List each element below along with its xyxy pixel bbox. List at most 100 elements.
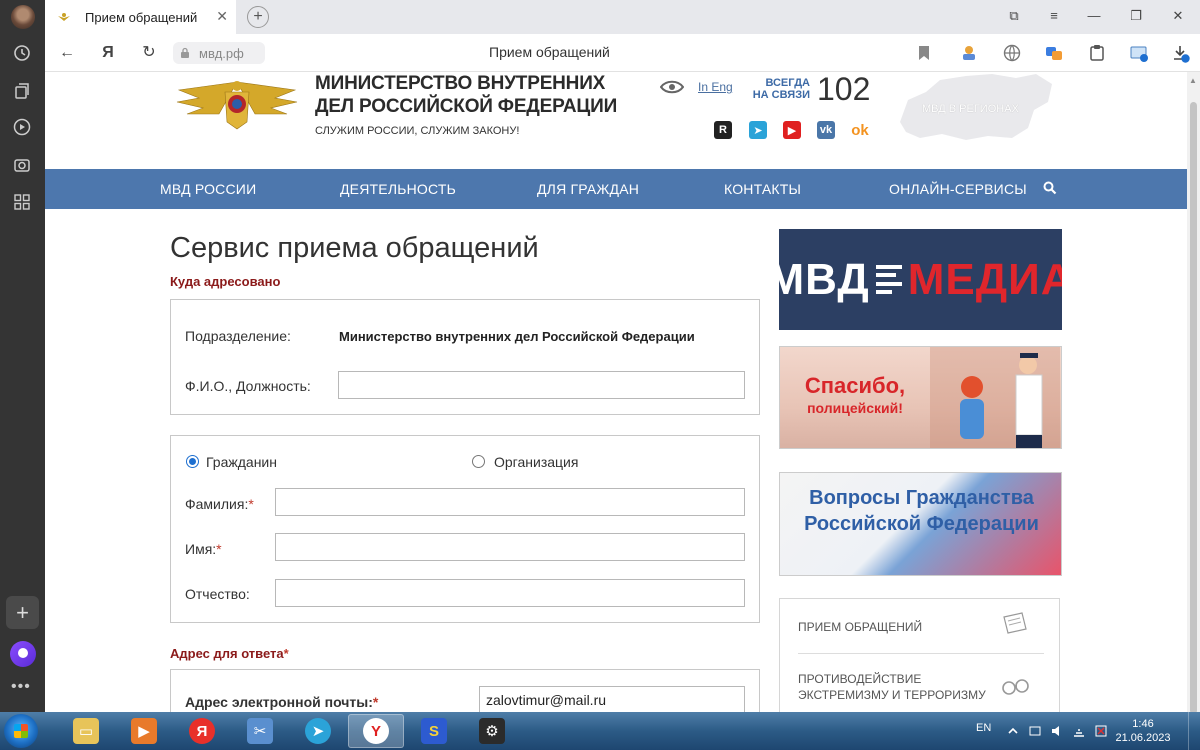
extension-icon[interactable]: [959, 43, 979, 63]
odnoklassniki-icon[interactable]: ok: [851, 121, 869, 139]
taskbar-app-blue[interactable]: S: [406, 714, 462, 748]
youtube-icon[interactable]: ▶: [783, 121, 801, 139]
tray-language[interactable]: EN: [976, 722, 991, 734]
email-input[interactable]: zalovtimur@mail.ru: [479, 686, 745, 712]
patronymic-label: Отчество:: [185, 586, 250, 602]
thanks-police-banner[interactable]: Спасибо, полицейский!: [779, 346, 1062, 449]
email-label: Адрес электронной почты:*: [185, 694, 379, 710]
translate-icon[interactable]: [1044, 43, 1064, 63]
services-grid-icon[interactable]: [11, 191, 33, 213]
taskbar-telegram[interactable]: ➤: [290, 714, 346, 748]
video-icon[interactable]: [11, 116, 33, 138]
app-s-icon: S: [421, 718, 447, 744]
taskbar-snipping[interactable]: ✂: [232, 714, 288, 748]
tabs-list-icon[interactable]: ⧉: [1005, 8, 1023, 26]
reply-box: Адрес электронной почты:* zalovtimur@mai…: [170, 669, 760, 712]
more-icon[interactable]: •••: [11, 678, 31, 696]
clock-time: 1:46: [1132, 718, 1154, 730]
collections-icon[interactable]: [11, 80, 33, 102]
accessibility-eye-icon[interactable]: [660, 79, 684, 95]
taskbar-yandex[interactable]: Я: [174, 714, 230, 748]
taskbar-clock[interactable]: 1:46 21.06.2023: [1108, 717, 1178, 745]
telegram-icon[interactable]: ➤: [749, 121, 767, 139]
page-scrollbar[interactable]: ▲: [1187, 72, 1200, 714]
radio-citizen[interactable]: [186, 455, 199, 468]
download-icon[interactable]: [1170, 43, 1190, 63]
side-menu-extremism[interactable]: ПРОТИВОДЕЙСТВИЕ ЭКСТРЕМИЗМУ И ТЕРРОРИЗМУ: [798, 671, 998, 703]
screenshot-ext-icon[interactable]: [1129, 43, 1149, 63]
tab-active[interactable]: Прием обращений ✕: [45, 0, 236, 34]
tray-network-icon[interactable]: [1072, 724, 1086, 738]
side-menu: ПРИЕМ ОБРАЩЕНИЙ ПРОТИВОДЕЙСТВИЕ ЭКСТРЕМИ…: [779, 598, 1060, 712]
tray-device-icon[interactable]: [1028, 724, 1042, 738]
back-button[interactable]: ←: [57, 43, 77, 63]
history-icon[interactable]: [11, 42, 33, 64]
screenshot-icon[interactable]: [11, 154, 33, 176]
address-bar-row: ← Я ↻ мвд.рф Прием обращений: [45, 34, 1200, 72]
profile-avatar[interactable]: [11, 5, 35, 29]
vk-icon[interactable]: vk: [817, 121, 835, 139]
citizenship-banner[interactable]: Вопросы Гражданства Российской Федерации: [779, 472, 1062, 576]
windows-taskbar: ▭ ▶ Я ✂ ➤ Y S ⚙ EN 1:46 21.06.2023: [0, 712, 1200, 750]
app-tool-icon: ⚙: [479, 718, 505, 744]
fio-input[interactable]: [338, 371, 745, 399]
restore-icon[interactable]: ❐: [1127, 8, 1145, 26]
nav-contacts[interactable]: КОНТАКТЫ: [724, 181, 801, 197]
patronymic-input[interactable]: [275, 579, 745, 607]
radio-citizen-label[interactable]: Гражданин: [206, 454, 277, 470]
scroll-up-icon[interactable]: ▲: [1189, 76, 1197, 85]
site-title[interactable]: МИНИСТЕРСТВО ВНУТРЕННИХ ДЕЛ РОССИЙСКОЙ Ф…: [315, 72, 645, 118]
hotline-label: ВСЕГДА НА СВЯЗИ: [752, 77, 810, 101]
regions-label[interactable]: МВД В РЕГИОНАХ: [922, 103, 1019, 115]
rutube-icon[interactable]: R: [714, 121, 732, 139]
reload-button[interactable]: ↻: [139, 43, 159, 63]
tray-volume-icon[interactable]: [1050, 724, 1064, 738]
tab-strip: Прием обращений ✕ + ⧉ ≡ — ❐ ✕: [45, 0, 1200, 34]
radio-organization-label[interactable]: Организация: [494, 454, 578, 470]
clipboard-icon[interactable]: [1087, 43, 1107, 63]
tray-flag-icon[interactable]: [1094, 724, 1108, 738]
add-panel-button[interactable]: +: [6, 596, 39, 629]
yandex-browser-icon: Y: [363, 718, 389, 744]
minimize-icon[interactable]: —: [1085, 8, 1103, 26]
nav-mvd-russia[interactable]: МВД РОССИИ: [160, 181, 256, 197]
site-motto: СЛУЖИМ РОССИИ, СЛУЖИМ ЗАКОНУ!: [315, 125, 520, 137]
start-button[interactable]: [4, 714, 38, 748]
lock-icon: [181, 47, 189, 58]
telegram-app-icon: ➤: [305, 718, 331, 744]
english-version-link[interactable]: In Eng: [698, 80, 733, 94]
scrollbar-thumb[interactable]: [1190, 102, 1197, 714]
search-icon[interactable]: [1043, 181, 1057, 195]
nav-for-citizens[interactable]: ДЛЯ ГРАЖДАН: [537, 181, 639, 197]
yandex-home-icon[interactable]: Я: [98, 43, 118, 63]
main-navigation: МВД РОССИИ ДЕЯТЕЛЬНОСТЬ ДЛЯ ГРАЖДАН КОНТ…: [45, 169, 1187, 209]
alice-assistant-icon[interactable]: [10, 641, 36, 667]
surname-input[interactable]: [275, 488, 745, 516]
tray-arrow-icon[interactable]: [1006, 724, 1020, 738]
side-menu-appeals[interactable]: ПРИЕМ ОБРАЩЕНИЙ: [798, 619, 922, 635]
url-field[interactable]: мвд.рф: [173, 42, 265, 64]
media-banner-right-text: МЕДИА: [907, 254, 1062, 304]
addressed-section-title: Куда адресовано: [170, 274, 281, 289]
taskbar-yandex-browser[interactable]: Y: [348, 714, 404, 748]
new-tab-button[interactable]: +: [247, 6, 269, 28]
mvd-media-banner[interactable]: МВД МЕДИА: [779, 229, 1062, 330]
mvd-favicon-icon: [58, 13, 70, 21]
hotline-number: 102: [817, 72, 871, 107]
globe-icon[interactable]: [1002, 43, 1022, 63]
show-desktop-button[interactable]: [1188, 712, 1200, 750]
bookmark-icon[interactable]: [914, 43, 934, 63]
close-window-icon[interactable]: ✕: [1169, 8, 1187, 26]
nav-activity[interactable]: ДЕЯТЕЛЬНОСТЬ: [340, 181, 456, 197]
tab-close-icon[interactable]: ✕: [216, 8, 228, 25]
menu-icon[interactable]: ≡: [1045, 8, 1063, 26]
thanks-banner-text: Спасибо, полицейский!: [804, 373, 906, 417]
taskbar-explorer[interactable]: ▭: [58, 714, 114, 748]
taskbar-app-dark[interactable]: ⚙: [464, 714, 520, 748]
nav-online-services[interactable]: ОНЛАЙН-СЕРВИСЫ: [889, 181, 1027, 197]
media-banner-left-text: МВД: [779, 254, 870, 304]
citizenship-banner-text: Вопросы Гражданства Российской Федерации: [804, 487, 1039, 535]
radio-organization[interactable]: [472, 455, 485, 468]
taskbar-media-player[interactable]: ▶: [116, 714, 172, 748]
name-input[interactable]: [275, 533, 745, 561]
